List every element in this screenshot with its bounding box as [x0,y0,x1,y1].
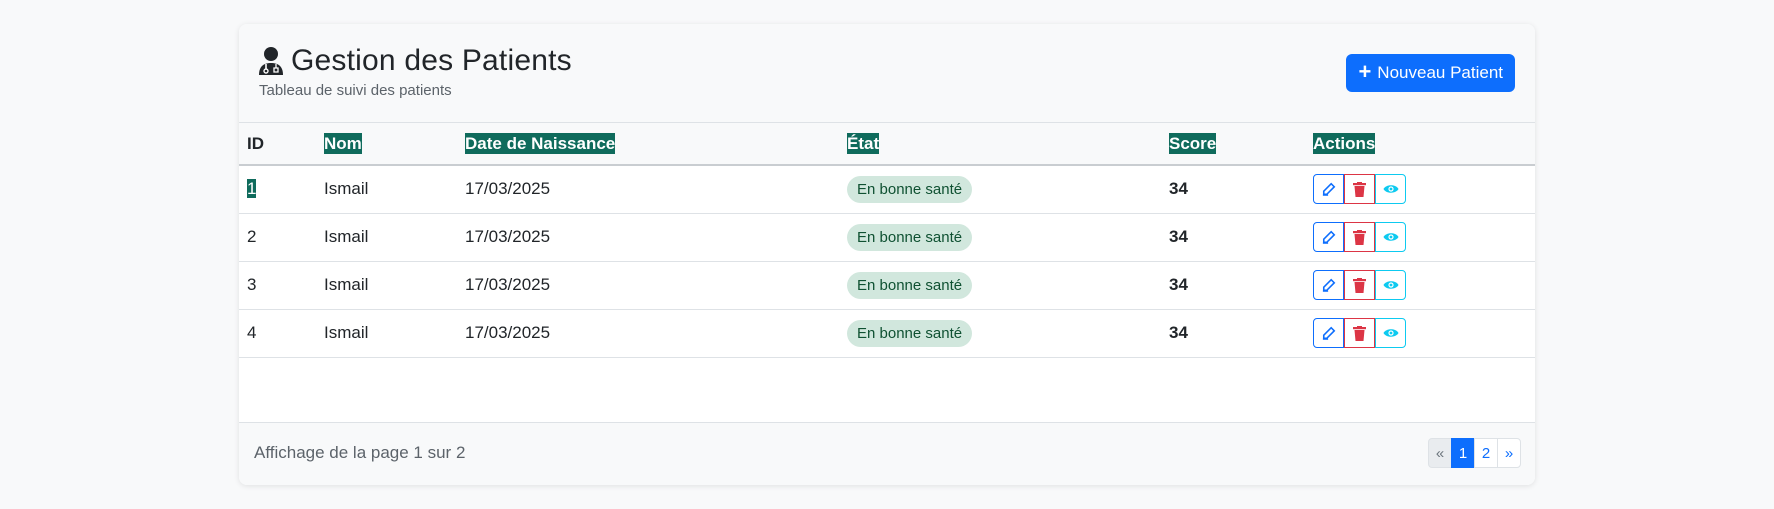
table-row: 1 Ismail 17/03/2025 En bonne santé 34 [239,165,1535,213]
trash-icon [1353,229,1366,245]
cell-id: 3 [247,275,257,294]
cell-id: 2 [247,227,257,246]
cell-name: Ismail [324,275,369,294]
edit-icon [1322,182,1336,197]
edit-button[interactable] [1313,174,1344,205]
eye-icon [1383,327,1399,339]
pagination-prev[interactable]: « [1428,438,1452,468]
cell-birthdate: 17/03/2025 [465,275,551,294]
score-value: 34 [1169,275,1188,294]
edit-icon [1322,230,1336,244]
cell-state: En bonne santé [839,213,1161,261]
edit-button[interactable] [1313,318,1344,348]
view-button[interactable] [1375,222,1406,252]
cell-actions [1305,213,1535,261]
table-row: 4 Ismail 17/03/2025 En bonne santé 34 [239,309,1535,357]
new-patient-button[interactable]: + Nouveau Patient [1346,54,1515,92]
delete-button[interactable] [1344,270,1375,300]
card-footer: Affichage de la page 1 sur 2 « 1 2 » [239,422,1535,485]
status-badge: En bonne santé [847,223,973,251]
cell-state: En bonne santé [839,261,1161,309]
cell-birthdate: 17/03/2025 [465,179,551,199]
delete-button[interactable] [1344,174,1375,205]
column-header-birthdate[interactable]: Date de Naissance [457,123,839,165]
cell-id: 4 [247,323,257,342]
cell-score: 34 [1161,309,1305,357]
trash-icon [1353,277,1366,293]
table-header-row: ID Nom Date de Naissance État Score Acti… [239,123,1535,165]
table-row: 3 Ismail 17/03/2025 En bonne santé 34 [239,261,1535,309]
trash-icon [1353,181,1366,197]
cell-score: 34 [1161,261,1305,309]
cell-id: 1 [247,179,257,199]
edit-button[interactable] [1313,270,1344,300]
pagination-info: Affichage de la page 1 sur 2 [254,443,466,462]
new-patient-button-label: Nouveau Patient [1377,63,1503,82]
column-header-score[interactable]: Score [1161,123,1305,165]
edit-icon [1322,278,1336,292]
row-actions [1313,270,1406,300]
cell-actions [1305,165,1535,213]
page-subtitle: Tableau de suivi des patients [259,82,452,99]
cell-score: 34 [1161,165,1305,213]
cell-actions [1305,261,1535,309]
table-row: 2 Ismail 17/03/2025 En bonne santé 34 [239,213,1535,261]
pagination-page-1[interactable]: 1 [1451,438,1475,468]
status-badge: En bonne santé [847,319,973,347]
patients-card: Gestion des Patients Tableau de suivi de… [239,24,1535,485]
row-actions [1313,174,1406,205]
score-value: 34 [1169,323,1188,342]
cell-state: En bonne santé [839,309,1161,357]
status-badge: En bonne santé [847,175,973,203]
row-actions [1313,222,1406,252]
user-doctor-icon [259,47,283,75]
cell-birthdate: 17/03/2025 [465,323,551,342]
cell-name: Ismail [324,227,369,246]
patients-table: ID Nom Date de Naissance État Score Acti… [239,123,1535,358]
cell-state: En bonne santé [839,165,1161,213]
status-badge: En bonne santé [847,271,973,299]
pagination-next[interactable]: » [1497,438,1521,468]
pagination: « 1 2 » [1428,438,1521,468]
cell-name: Ismail [324,323,369,342]
score-value: 34 [1169,179,1188,199]
column-header-state[interactable]: État [839,123,1161,165]
column-header-actions: Actions [1313,132,1376,154]
delete-button[interactable] [1344,318,1375,348]
edit-button[interactable] [1313,222,1344,252]
view-button[interactable] [1375,270,1406,300]
delete-button[interactable] [1344,222,1375,252]
row-actions [1313,318,1406,348]
cell-birthdate: 17/03/2025 [465,227,551,246]
view-button[interactable] [1375,318,1406,348]
pagination-page-2[interactable]: 2 [1474,438,1498,468]
edit-icon [1322,326,1336,340]
column-header-name[interactable]: Nom [316,123,457,165]
cell-name: Ismail [324,179,369,199]
page-title: Gestion des Patients [291,44,572,77]
eye-icon [1383,231,1399,243]
view-button[interactable] [1375,174,1406,205]
cell-actions [1305,309,1535,357]
trash-icon [1353,325,1366,341]
cell-score: 34 [1161,213,1305,261]
eye-icon [1383,183,1399,195]
card-header: Gestion des Patients Tableau de suivi de… [239,24,1535,123]
title-row: Gestion des Patients [258,44,572,78]
plus-icon: + [1358,59,1372,84]
score-value: 34 [1169,227,1188,246]
column-header-id[interactable]: ID [239,123,316,165]
eye-icon [1383,279,1399,291]
